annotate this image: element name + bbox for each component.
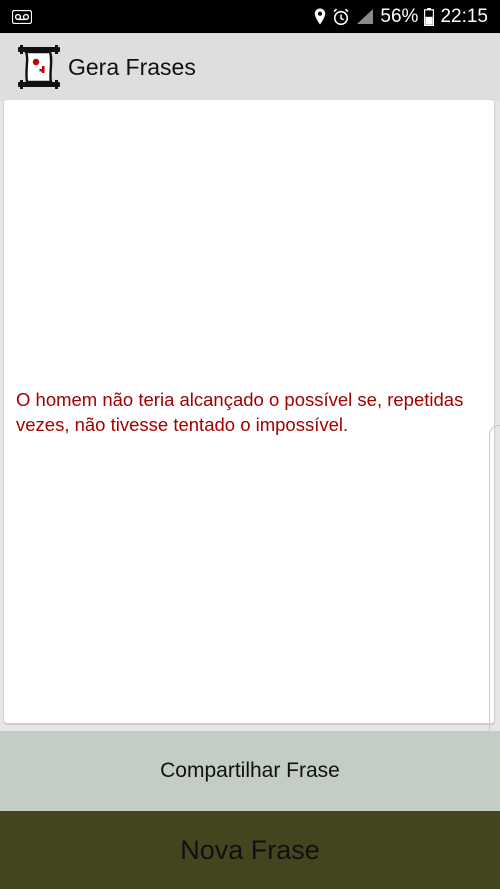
status-bar: 56% 22:15 (0, 0, 500, 33)
app-bar: Gera Frases (0, 33, 500, 101)
app-screen: 56% 22:15 Gera Frases O homem não teria … (0, 0, 500, 889)
battery-percent: 56% (380, 5, 419, 27)
app-title: Gera Frases (68, 53, 196, 80)
new-phrase-button[interactable]: Nova Frase (0, 811, 500, 889)
quote-card: O homem não teria alcançado o possível s… (4, 100, 500, 742)
location-icon (314, 8, 326, 25)
clock: 22:15 (440, 5, 488, 27)
signal-icon (356, 8, 374, 25)
scroll-icon (16, 44, 62, 90)
voicemail-icon (12, 9, 32, 24)
scroll-edge-handle[interactable] (489, 425, 500, 742)
card-divider (6, 723, 494, 725)
share-phrase-button[interactable]: Compartilhar Frase (0, 731, 500, 811)
quote-text: O homem não teria alcançado o possível s… (16, 388, 464, 435)
alarm-icon (332, 8, 350, 26)
battery-icon (424, 7, 435, 26)
